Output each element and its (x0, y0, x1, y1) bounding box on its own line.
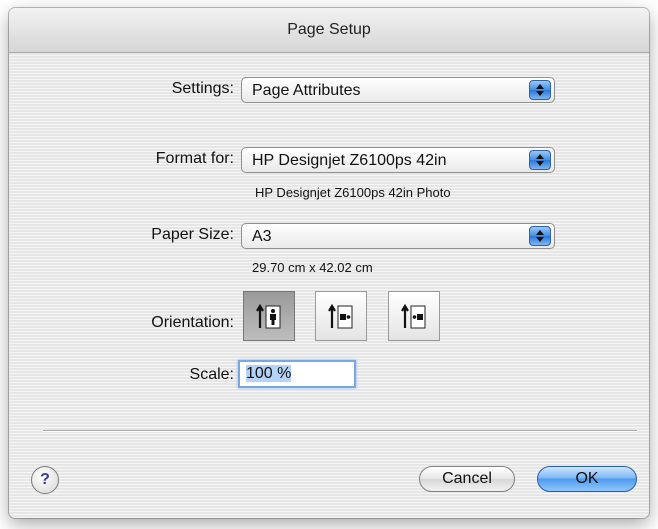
help-button[interactable]: ? (31, 466, 59, 494)
orientation-landscape-right-button[interactable] (388, 291, 440, 341)
paper-size-stepper-icon (529, 226, 551, 246)
orientation-portrait-button[interactable] (243, 291, 295, 341)
format-for-popup[interactable]: HP Designjet Z6100ps 42in (241, 147, 555, 173)
title-bar[interactable]: Page Setup (9, 8, 649, 53)
settings-value: Page Attributes (252, 82, 361, 99)
landscape-left-orientation-icon (328, 303, 353, 329)
cancel-button[interactable]: Cancel (419, 466, 515, 492)
settings-stepper-icon (529, 80, 551, 100)
dialog-title: Page Setup (287, 21, 371, 38)
scale-input[interactable]: 100 % (238, 360, 356, 388)
ok-button[interactable]: OK (537, 466, 637, 492)
format-for-stepper-icon (529, 150, 551, 170)
portrait-orientation-icon (256, 303, 281, 329)
printer-description: HP Designjet Z6100ps 42in Photo (255, 185, 451, 200)
paper-dimensions: 29.70 cm x 42.02 cm (252, 260, 373, 275)
paper-size-label: Paper Size: (151, 226, 234, 243)
format-for-label: Format for: (155, 150, 234, 167)
paper-size-value: A3 (252, 228, 272, 245)
scale-label: Scale: (189, 366, 234, 383)
format-for-value: HP Designjet Z6100ps 42in (252, 152, 447, 169)
paper-size-popup[interactable]: A3 (241, 223, 555, 249)
orientation-label: Orientation: (151, 314, 234, 331)
settings-label: Settings: (171, 80, 234, 97)
separator (43, 430, 637, 432)
page-setup-dialog: Page Setup Settings: Page Attributes For… (9, 8, 649, 518)
scale-value: 100 % (246, 365, 292, 382)
orientation-landscape-left-button[interactable] (315, 291, 367, 341)
settings-popup[interactable]: Page Attributes (241, 77, 555, 103)
landscape-right-orientation-icon (401, 303, 426, 329)
